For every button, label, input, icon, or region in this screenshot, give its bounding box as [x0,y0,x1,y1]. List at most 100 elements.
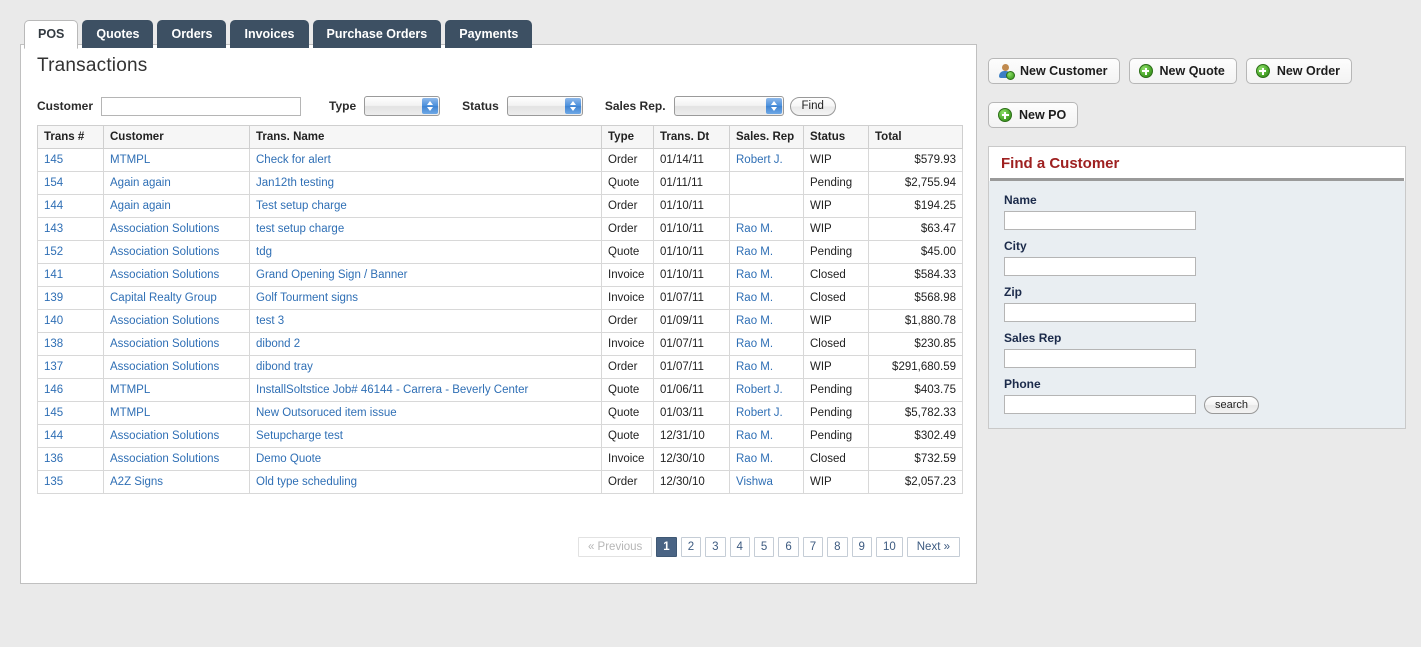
tab-invoices[interactable]: Invoices [230,20,309,48]
cell-customer-link[interactable]: Association Solutions [110,223,219,235]
cell-trans-name-link[interactable]: Old type scheduling [256,476,357,488]
pagination-page-8[interactable]: 8 [827,537,848,557]
cell-sales-rep-link[interactable]: Vishwa [736,476,773,488]
cell-sales-rep-link[interactable]: Robert J. [736,154,783,166]
sales-rep-input[interactable] [1004,349,1196,368]
cell-sales-rep-link[interactable]: Rao M. [736,453,773,465]
cell-customer-link[interactable]: MTMPL [110,384,150,396]
type-select[interactable] [364,96,441,116]
cell-trans-number-link[interactable]: 138 [44,338,63,350]
pagination-page-1[interactable]: 1 [656,537,677,557]
cell-trans-number-link[interactable]: 145 [44,154,63,166]
cell-trans-number: 154 [37,171,104,195]
find-button[interactable]: Find [789,96,836,116]
customer-search-input[interactable] [101,96,302,116]
cell-trans-number-link[interactable]: 140 [44,315,63,327]
search-button[interactable]: search [1204,395,1260,414]
cell-trans-number-link[interactable]: 141 [44,269,63,281]
pagination-page-4[interactable]: 4 [729,537,750,557]
cell-customer-link[interactable]: Association Solutions [110,453,219,465]
status-select[interactable] [506,96,583,116]
sales-rep-select[interactable] [673,96,784,116]
cell-customer-link[interactable]: Capital Realty Group [110,292,217,304]
pagination-previous[interactable]: « Previous [577,537,653,557]
cell-trans-number-link[interactable]: 144 [44,200,63,212]
cell-customer-link[interactable]: Again again [110,177,171,189]
cell-trans-name-link[interactable]: InstallSoltstice Job# 46144 - Carrera - … [256,384,528,396]
find-customer-panel: Find a Customer Name City Zip Sales Rep Phon… [988,146,1406,429]
pagination-page-6[interactable]: 6 [778,537,799,557]
cell-trans-name-link[interactable]: dibond 2 [256,338,300,350]
cell-trans-name-link[interactable]: dibond tray [256,361,313,373]
cell-trans-name-link[interactable]: Golf Tourment signs [256,292,358,304]
cell-customer-link[interactable]: MTMPL [110,407,150,419]
tab-orders[interactable]: Orders [157,20,227,48]
cell-trans-name-link[interactable]: Demo Quote [256,453,321,465]
cell-total: $291,680.59 [868,355,963,379]
tab-payments[interactable]: Payments [445,20,533,48]
cell-customer-link[interactable]: Association Solutions [110,361,219,373]
tab-quotes[interactable]: Quotes [82,20,154,48]
cell-trans-name-link[interactable]: Test setup charge [256,200,347,212]
table-row: 143 Association Solutions test setup charg… [37,217,963,241]
pagination-next[interactable]: Next » [906,537,960,557]
name-input[interactable] [1004,211,1196,230]
cell-sales-rep-link[interactable]: Rao M. [736,292,773,304]
cell-status: Pending [803,401,869,425]
cell-trans-name-link[interactable]: tdg [256,246,272,258]
cell-sales-rep-link[interactable]: Rao M. [736,315,773,327]
new-quote-button[interactable]: New Quote [1128,58,1237,84]
cell-trans-number-link[interactable]: 152 [44,246,63,258]
cell-customer-link[interactable]: Association Solutions [110,338,219,350]
cell-customer-link[interactable]: A2Z Signs [110,476,163,488]
pagination-page-3[interactable]: 3 [705,537,726,557]
phone-input[interactable] [1004,395,1196,414]
cell-trans-name-link[interactable]: test setup charge [256,223,344,235]
cell-sales-rep-link[interactable]: Rao M. [736,361,773,373]
cell-trans-number-link[interactable]: 154 [44,177,63,189]
new-order-button[interactable]: New Order [1245,58,1353,84]
cell-trans-number-link[interactable]: 139 [44,292,63,304]
cell-customer-link[interactable]: Association Solutions [110,246,219,258]
cell-trans-number-link[interactable]: 145 [44,407,63,419]
cell-customer-link[interactable]: Association Solutions [110,269,219,281]
pagination-page-9[interactable]: 9 [851,537,872,557]
tab-pos[interactable]: POS [24,20,79,49]
pagination-page-2[interactable]: 2 [680,537,702,557]
new-customer-button[interactable]: New Customer [988,58,1120,84]
cell-trans-name-link[interactable]: test 3 [256,315,284,327]
cell-sales-rep-link[interactable]: Rao M. [736,246,773,258]
pagination-page-7[interactable]: 7 [802,537,824,557]
cell-sales-rep-link[interactable]: Rao M. [736,430,773,442]
cell-sales-rep-link[interactable]: Rao M. [736,338,773,350]
cell-trans-name-link[interactable]: Jan12th testing [256,177,334,189]
tab-purchase-orders[interactable]: Purchase Orders [312,20,442,48]
cell-sales-rep-link[interactable]: Robert J. [736,407,783,419]
cell-customer-link[interactable]: Association Solutions [110,315,219,327]
city-input[interactable] [1004,257,1196,276]
cell-sales-rep-link[interactable]: Rao M. [736,269,773,281]
cell-sales-rep-link[interactable]: Robert J. [736,384,783,396]
cell-customer-link[interactable]: Association Solutions [110,430,219,442]
button-label: New PO [1019,108,1067,122]
button-label: New Quote [1159,64,1225,78]
cell-customer-link[interactable]: MTMPL [110,154,150,166]
cell-sales-rep-link[interactable]: Rao M. [736,223,773,235]
cell-trans-number-link[interactable]: 144 [44,430,63,442]
new-po-button[interactable]: New PO [988,102,1079,128]
cell-trans-name-link[interactable]: New Outsoruced item issue [256,407,397,419]
cell-trans-number-link[interactable]: 143 [44,223,63,235]
button-label: New Customer [1020,64,1108,78]
cell-trans-number-link[interactable]: 146 [44,384,63,396]
cell-trans-number-link[interactable]: 136 [44,453,63,465]
pagination-page-10[interactable]: 10 [875,537,903,557]
pagination-page-5[interactable]: 5 [753,537,775,557]
cell-trans-number-link[interactable]: 137 [44,361,63,373]
cell-trans-number-link[interactable]: 135 [44,476,63,488]
cell-status: Closed [803,263,869,287]
zip-input[interactable] [1004,303,1196,322]
cell-trans-name-link[interactable]: Check for alert [256,154,331,166]
cell-trans-name-link[interactable]: Grand Opening Sign / Banner [256,269,408,281]
cell-trans-name-link[interactable]: Setupcharge test [256,430,343,442]
cell-customer-link[interactable]: Again again [110,200,171,212]
